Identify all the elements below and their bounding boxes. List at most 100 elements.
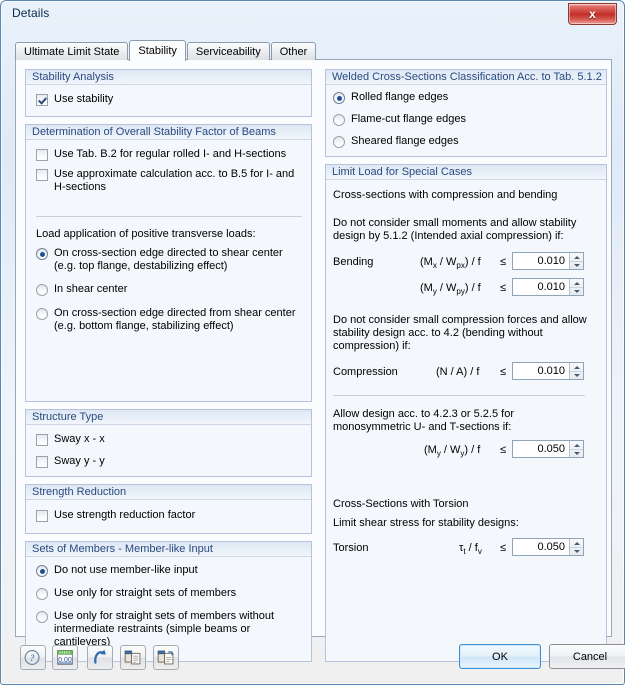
load-edge-to-shear-center-radio-dot[interactable] xyxy=(36,248,48,260)
use-stability-checkbox-box[interactable] xyxy=(36,94,48,106)
dialog-client-area: Ultimate Limit State Stability Serviceab… xyxy=(6,29,625,681)
help-icon: ? xyxy=(24,650,40,665)
use-approx-b5-checkbox-box[interactable] xyxy=(36,169,48,181)
spin-torsion-value[interactable]: 0.050 xyxy=(513,539,569,555)
spin-torsion-down-arrow[interactable] xyxy=(570,548,583,556)
use-only-straight-sets-no-restraints-radio-dot[interactable] xyxy=(36,611,48,623)
restore-defaults-button[interactable] xyxy=(87,645,113,670)
sheared-flange-edges-radio-dot[interactable] xyxy=(333,136,345,148)
load-opt-2-line1: On cross-section edge directed from shea… xyxy=(54,307,296,319)
load-edge-from-shear-center-radio-dot[interactable] xyxy=(36,308,48,320)
use-strength-reduction-factor-checkbox-box[interactable] xyxy=(36,510,48,522)
copy-button[interactable] xyxy=(120,645,146,670)
spin-bending-mx-arrows[interactable] xyxy=(569,253,583,269)
flame-cut-flange-edges-radio-dot[interactable] xyxy=(333,114,345,126)
spin-torsion-arrows[interactable] xyxy=(569,539,583,555)
spin-mono-my-down-arrow[interactable] xyxy=(570,450,583,458)
use-only-straight-sets-radio-dot[interactable] xyxy=(36,588,48,600)
spin-bending-mx[interactable]: 0.010 xyxy=(512,252,584,270)
formula-tau-t-fv: τt / fv xyxy=(459,542,482,558)
flame-cut-flange-edges-label: Flame-cut flange edges xyxy=(351,113,466,125)
undo-icon xyxy=(94,649,106,664)
group-structure-type-title: Structure Type xyxy=(26,410,311,425)
radio-load-edge-to-shear-center[interactable]: On cross-section edge directed to shear … xyxy=(36,247,308,273)
spin-mono-my-arrows[interactable] xyxy=(569,441,583,457)
checkbox-use-stability[interactable]: Use stability xyxy=(36,93,296,106)
svg-text:?: ? xyxy=(30,653,35,663)
group-strength-reduction: Strength Reduction Use strength reductio… xyxy=(25,484,312,534)
tab-stability[interactable]: Stability xyxy=(129,40,186,61)
note-monosymmetric-line2: monosymmetric U- and T-sections if: xyxy=(333,421,512,433)
spin-bending-my-value[interactable]: 0.010 xyxy=(513,279,569,295)
spin-compression-arrows[interactable] xyxy=(569,363,583,379)
tab-other[interactable]: Other xyxy=(270,42,317,60)
checkbox-sway-y[interactable]: Sway y - y xyxy=(36,455,236,468)
spin-mono-my[interactable]: 0.050 xyxy=(512,440,584,458)
operator-le-mono-y: ≤ xyxy=(500,444,507,456)
note-small-compression-line1: Do not consider small compression forces… xyxy=(333,314,587,326)
checkbox-use-tab-b2[interactable]: Use Tab. B.2 for regular rolled I- and H… xyxy=(36,148,304,161)
divider xyxy=(36,216,302,217)
spin-torsion[interactable]: 0.050 xyxy=(512,538,584,556)
group-strength-reduction-title: Strength Reduction xyxy=(26,485,311,500)
formula-mx-sub2: px xyxy=(456,261,465,271)
rolled-flange-edges-radio-dot[interactable] xyxy=(333,92,345,104)
spin-compression-down-arrow[interactable] xyxy=(570,372,583,380)
spin-bending-my-down-arrow[interactable] xyxy=(570,288,583,296)
spin-bending-mx-value[interactable]: 0.010 xyxy=(513,253,569,269)
formula-my-wy: (My / Wy) / f xyxy=(424,444,480,460)
sway-x-checkbox-box[interactable] xyxy=(36,434,48,446)
use-tab-b2-label: Use Tab. B.2 for regular rolled I- and H… xyxy=(54,148,287,160)
spin-bending-my[interactable]: 0.010 xyxy=(512,278,584,296)
radio-rolled-flange-edges[interactable]: Rolled flange edges xyxy=(333,91,573,104)
spin-mono-my-up-arrow[interactable] xyxy=(570,441,583,450)
group-overall-stability-factor-title: Determination of Overall Stability Facto… xyxy=(26,125,311,140)
group-structure-type: Structure Type Sway x - x Sway y - y xyxy=(25,409,312,477)
spin-bending-mx-up-arrow[interactable] xyxy=(570,253,583,262)
paste-button[interactable] xyxy=(153,645,179,670)
right-column: Welded Cross-Sections Classification Acc… xyxy=(321,60,613,662)
formula-my-wpy: (My / Wpy) / f xyxy=(420,282,481,298)
group-welded-classification-title: Welded Cross-Sections Classification Acc… xyxy=(326,70,606,85)
close-button[interactable]: x xyxy=(568,3,617,25)
formula-my-sub2: py xyxy=(456,287,465,297)
formula-n-a-text: (N / A) / f xyxy=(436,366,480,378)
units-button[interactable]: 0.00 xyxy=(52,645,78,670)
checkbox-sway-x[interactable]: Sway x - x xyxy=(36,433,236,446)
radio-use-only-straight-sets[interactable]: Use only for straight sets of members xyxy=(36,587,296,600)
spin-compression-value[interactable]: 0.010 xyxy=(513,363,569,379)
in-shear-center-radio-dot[interactable] xyxy=(36,284,48,296)
spin-bending-my-arrows[interactable] xyxy=(569,279,583,295)
heading-cross-sections-with-torsion: Cross-Sections with Torsion xyxy=(333,498,469,510)
note-small-compression-line2: stability design acc. to 4.2 (bending wi… xyxy=(333,327,543,339)
ok-button[interactable]: OK xyxy=(459,644,541,669)
radio-in-shear-center[interactable]: In shear center xyxy=(36,283,308,296)
paste-icon xyxy=(157,650,174,665)
group-stability-analysis: Stability Analysis Use stability xyxy=(25,69,312,117)
checkbox-use-approx-b5[interactable]: Use approximate calculation acc. to B.5 … xyxy=(36,168,298,194)
sway-y-label: Sway y - y xyxy=(54,455,105,467)
spin-mono-my-value[interactable]: 0.050 xyxy=(513,441,569,457)
use-approx-b5-label: Use approximate calculation acc. to B.5 … xyxy=(54,168,295,193)
checkbox-use-strength-reduction-factor[interactable]: Use strength reduction factor xyxy=(36,509,276,522)
cancel-button[interactable]: Cancel xyxy=(549,644,625,669)
text-cross-sections-compression-bending: Cross-sections with compression and bend… xyxy=(333,189,558,201)
use-tab-b2-checkbox-box[interactable] xyxy=(36,149,48,161)
spin-bending-mx-down-arrow[interactable] xyxy=(570,262,583,270)
radio-sheared-flange-edges[interactable]: Sheared flange edges xyxy=(333,135,573,148)
radio-load-edge-from-shear-center[interactable]: On cross-section edge directed from shea… xyxy=(36,307,312,333)
spin-compression-up-arrow[interactable] xyxy=(570,363,583,372)
radio-do-not-use-member-like-input[interactable]: Do not use member-like input xyxy=(36,564,296,577)
spin-compression[interactable]: 0.010 xyxy=(512,362,584,380)
load-edge-to-shear-center-label: On cross-section edge directed to shear … xyxy=(54,247,283,273)
do-not-use-member-like-input-radio-dot[interactable] xyxy=(36,565,48,577)
spin-bending-my-up-arrow[interactable] xyxy=(570,279,583,288)
tab-serviceability[interactable]: Serviceability xyxy=(186,42,270,60)
load-opt-0-line1: On cross-section edge directed to shear … xyxy=(54,247,283,259)
sway-y-checkbox-box[interactable] xyxy=(36,456,48,468)
group-limit-load-special-cases-title: Limit Load for Special Cases xyxy=(326,165,606,180)
radio-flame-cut-flange-edges[interactable]: Flame-cut flange edges xyxy=(333,113,573,126)
tab-ultimate-limit-state[interactable]: Ultimate Limit State xyxy=(15,42,129,60)
spin-torsion-up-arrow[interactable] xyxy=(570,539,583,548)
help-button[interactable]: ? xyxy=(20,645,46,670)
